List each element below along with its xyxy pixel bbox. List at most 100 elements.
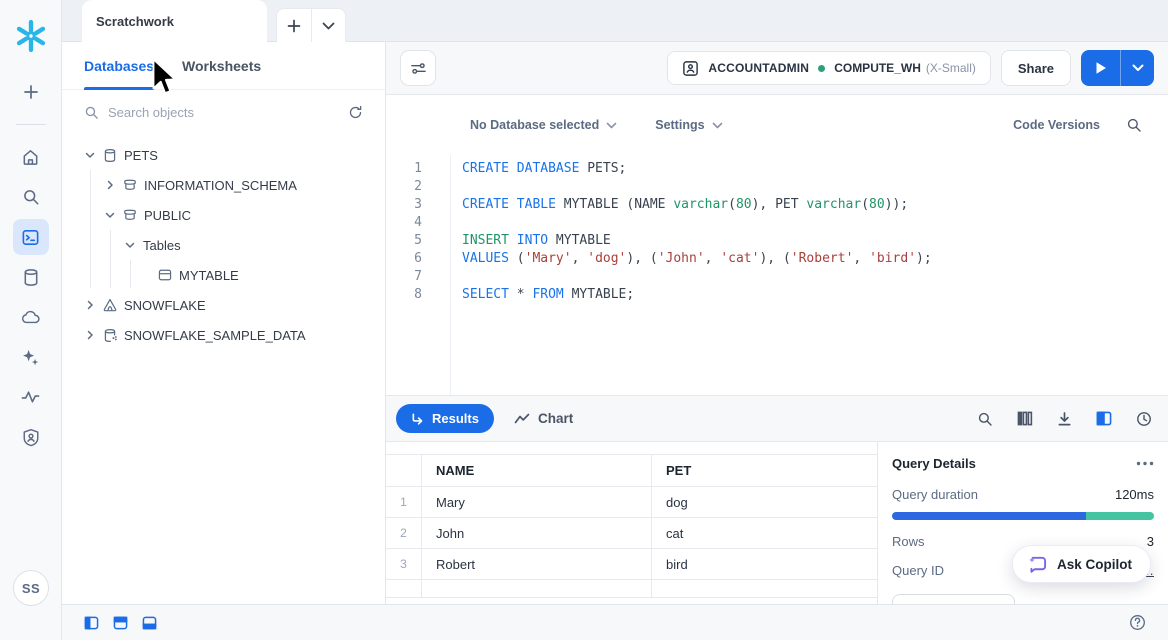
help-icon[interactable]	[1129, 614, 1146, 631]
results-search-icon[interactable]	[977, 411, 993, 427]
code-line[interactable]: VALUES ('Mary', 'dog'), ('John', 'cat'),…	[462, 250, 1168, 268]
tree-item-schema-public[interactable]: PUBLIC	[62, 200, 385, 230]
row-number-header	[386, 455, 422, 486]
database-selector[interactable]: No Database selected	[470, 118, 617, 132]
run-options-button[interactable]	[1120, 50, 1154, 86]
table-row[interactable]: 2Johncat	[386, 518, 877, 549]
table-cell[interactable]: Robert	[422, 549, 652, 579]
line-number: 4	[386, 214, 422, 232]
code-line[interactable]	[462, 178, 1168, 196]
nav-admin-button[interactable]	[13, 419, 49, 455]
sparkles-icon	[21, 348, 40, 367]
left-nav-rail: SS	[0, 0, 62, 640]
search-icon	[84, 105, 99, 120]
share-button[interactable]: Share	[1001, 50, 1071, 86]
toggle-top-panel-icon[interactable]	[113, 616, 128, 630]
tab-worksheets[interactable]: Worksheets	[182, 42, 261, 90]
table-row[interactable]: 3Robertbird	[386, 549, 877, 580]
table-cell[interactable]: John	[422, 518, 652, 548]
download-icon[interactable]	[1057, 411, 1072, 427]
column-header-name[interactable]: NAME	[422, 455, 652, 486]
table-cell[interactable]: bird	[652, 549, 877, 579]
database-icon	[103, 148, 117, 163]
nav-ai-ml-button[interactable]	[13, 339, 49, 375]
tab-databases[interactable]: Databases	[84, 42, 154, 90]
schema-icon	[123, 179, 137, 192]
table-cell[interactable]: dog	[652, 487, 877, 517]
shield-user-icon	[22, 428, 40, 447]
toggle-left-panel-icon[interactable]	[84, 616, 99, 630]
query-history-icon[interactable]	[1136, 411, 1152, 427]
nav-search-button[interactable]	[13, 179, 49, 215]
warehouse-size-label: (X-Small)	[926, 61, 976, 75]
tree-item-schema-information-schema[interactable]: INFORMATION_SCHEMA	[62, 170, 385, 200]
table-row[interactable]: 1Marydog	[386, 487, 877, 518]
tree-item-label: PETS	[124, 148, 158, 163]
tab-scratchwork[interactable]: Scratchwork	[82, 0, 267, 42]
chevron-right-icon[interactable]	[84, 299, 96, 311]
code-lines[interactable]: CREATE DATABASE PETS; CREATE TABLE MYTABL…	[451, 155, 1168, 395]
ask-copilot-button[interactable]: Ask Copilot	[1012, 545, 1151, 583]
nav-monitoring-button[interactable]	[13, 379, 49, 415]
run-button[interactable]	[1081, 50, 1120, 86]
table-icon	[158, 269, 172, 281]
user-avatar[interactable]: SS	[13, 570, 49, 606]
cloud-icon	[21, 309, 41, 325]
chevron-down-icon[interactable]	[84, 149, 96, 161]
duration-bar-compute	[892, 512, 1086, 520]
chevron-down-icon[interactable]	[104, 209, 116, 221]
context-selector[interactable]: ACCOUNTADMIN COMPUTE_WH (X-Small)	[667, 51, 991, 85]
column-header-pet[interactable]: PET	[652, 455, 877, 486]
code-line[interactable]: INSERT INTO MYTABLE	[462, 232, 1168, 250]
code-versions-label: Code Versions	[1013, 118, 1100, 132]
new-tab-button[interactable]	[277, 9, 311, 42]
editor-search-icon[interactable]	[1126, 117, 1142, 133]
code-line[interactable]: CREATE DATABASE PETS;	[462, 160, 1168, 178]
nav-data-button[interactable]	[13, 259, 49, 295]
ask-copilot-label: Ask Copilot	[1057, 557, 1132, 572]
line-number: 3	[386, 196, 422, 214]
chevron-down-icon[interactable]	[124, 239, 136, 251]
line-number: 6	[386, 250, 422, 268]
tree-item-label: Tables	[143, 238, 181, 253]
table-cell[interactable]: cat	[652, 518, 877, 548]
tab-chart[interactable]: Chart	[514, 411, 573, 426]
results-table-header: NAME PET	[386, 454, 877, 487]
create-button[interactable]	[13, 74, 49, 110]
chevron-right-icon[interactable]	[84, 329, 96, 341]
tree-item-label: SNOWFLAKE	[124, 298, 206, 313]
code-line[interactable]	[462, 214, 1168, 232]
sql-editor[interactable]: 12345678 CREATE DATABASE PETS;CREATE TAB…	[386, 155, 1168, 396]
settings-menu[interactable]: Settings	[655, 118, 722, 132]
rail-divider	[16, 124, 46, 125]
tab-list-button[interactable]	[311, 9, 346, 42]
table-cell[interactable]: Mary	[422, 487, 652, 517]
nav-data-products-button[interactable]	[13, 299, 49, 335]
code-line[interactable]	[462, 268, 1168, 286]
duration-bar	[892, 512, 1154, 520]
tree-item-database-snowflake-sample-data[interactable]: SNOWFLAKE_SAMPLE_DATA	[62, 320, 385, 350]
results-table-rows: 1Marydog2Johncat3Robertbird	[386, 487, 877, 580]
filters-button[interactable]	[400, 50, 436, 86]
columns-icon[interactable]	[1017, 411, 1033, 426]
results-table: NAME PET 1Marydog2Johncat3Robertbird	[386, 454, 877, 598]
return-arrow-icon	[411, 413, 424, 425]
tree-item-database-snowflake[interactable]: SNOWFLAKE	[62, 290, 385, 320]
code-versions-button[interactable]: Code Versions	[1013, 118, 1100, 132]
ellipsis-menu-icon[interactable]	[1136, 461, 1154, 466]
line-number: 8	[386, 286, 422, 304]
role-label: ACCOUNTADMIN	[708, 61, 809, 75]
tab-results[interactable]: Results	[396, 404, 494, 433]
warehouse-status-dot	[818, 65, 825, 72]
toggle-bottom-panel-icon[interactable]	[142, 616, 157, 630]
split-panel-icon[interactable]	[1096, 411, 1112, 426]
object-search[interactable]: Search objects	[62, 90, 385, 134]
explorer-tabs: Databases Worksheets	[62, 42, 385, 90]
nav-projects-button[interactable]	[13, 219, 49, 255]
code-line[interactable]: CREATE TABLE MYTABLE (NAME varchar(80), …	[462, 196, 1168, 214]
code-line[interactable]: SELECT * FROM MYTABLE;	[462, 286, 1168, 304]
nav-home-button[interactable]	[13, 139, 49, 175]
chevron-right-icon[interactable]	[104, 179, 116, 191]
tree-item-database-pets[interactable]: PETS	[62, 140, 385, 170]
refresh-icon[interactable]	[348, 105, 363, 120]
